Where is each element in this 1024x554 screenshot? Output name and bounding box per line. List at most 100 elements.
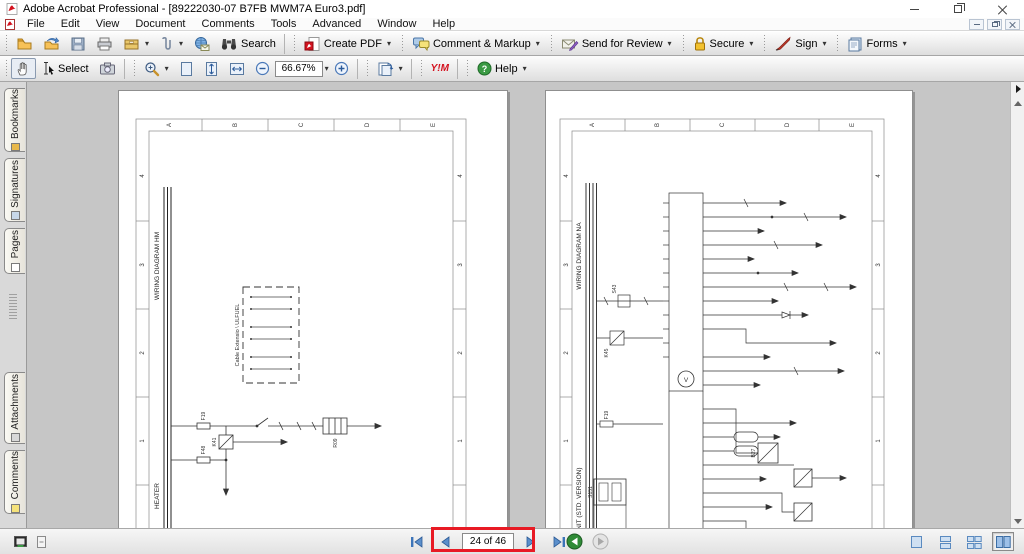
toolbar-grip — [681, 35, 686, 53]
next-page-button[interactable] — [520, 532, 542, 551]
page-size-icon[interactable] — [35, 536, 48, 548]
print-button[interactable] — [91, 33, 118, 54]
drawing-frame — [136, 119, 466, 528]
menu-bar: File Edit View Document Comments Tools A… — [0, 18, 1024, 31]
organizer-button[interactable] — [118, 33, 154, 54]
facing-pages-button[interactable] — [992, 532, 1014, 551]
vertical-scrollbar[interactable] — [1010, 82, 1024, 528]
relay-k45-label: K45 — [604, 348, 610, 357]
zoom-level-dropdown[interactable] — [323, 64, 329, 73]
pdf-page-left[interactable]: A B C D E 4 3 2 1 4 3 2 1 WIRING DI — [118, 90, 508, 528]
secure-button[interactable]: Secure — [688, 33, 759, 54]
first-page-button[interactable] — [406, 532, 428, 551]
restore-button[interactable] — [936, 0, 980, 18]
sign-button[interactable]: Sign — [769, 33, 831, 54]
sidebar-tab-comments[interactable]: Comments — [4, 450, 25, 514]
svg-text:F19: F19 — [201, 411, 207, 420]
open-folder-icon — [16, 36, 33, 52]
menu-document[interactable]: Document — [127, 18, 193, 31]
panel-expand-button[interactable] — [1011, 82, 1024, 96]
panel-resize-grip[interactable] — [9, 294, 17, 320]
sidebar-tab-signatures[interactable]: Signatures — [4, 158, 25, 222]
svg-text:3: 3 — [140, 263, 146, 267]
minimize-button[interactable] — [892, 0, 936, 18]
zoom-tool-button[interactable] — [139, 58, 174, 79]
previous-view-button[interactable] — [566, 533, 583, 550]
fit-page-button[interactable] — [199, 58, 224, 79]
screen-mode-icon[interactable] — [14, 536, 27, 548]
actual-size-button[interactable] — [174, 58, 199, 79]
menu-comments[interactable]: Comments — [194, 18, 263, 31]
page-display-button[interactable] — [372, 58, 408, 79]
menu-file[interactable]: File — [19, 18, 53, 31]
zoom-in-icon — [334, 61, 349, 76]
comment-markup-button[interactable]: Comment & Markup — [407, 33, 545, 54]
scroll-up-button[interactable] — [1011, 96, 1024, 110]
sidebar-tab-attachments[interactable]: Attachments — [4, 372, 25, 444]
toolbar-grip — [4, 60, 9, 78]
close-button[interactable] — [980, 0, 1024, 18]
menu-view[interactable]: View — [88, 18, 128, 31]
svg-text:C: C — [720, 122, 726, 127]
attach-button[interactable] — [154, 33, 188, 54]
bookmark-icon — [11, 143, 20, 151]
next-view-button[interactable] — [592, 533, 609, 550]
snapshot-button[interactable] — [94, 58, 121, 79]
email-button[interactable] — [188, 33, 215, 54]
open-organizer-button[interactable] — [38, 33, 65, 54]
toolbar-grip — [132, 60, 137, 78]
folder-arrow-icon — [43, 36, 60, 52]
navigation-tab-strip: Bookmarks Signatures Pages Attachments C… — [0, 82, 27, 528]
page-number-input[interactable] — [462, 533, 514, 550]
close-icon — [998, 5, 1007, 14]
menu-advanced[interactable]: Advanced — [304, 18, 369, 31]
forms-button[interactable]: Forms — [842, 33, 911, 54]
continuous-page-button[interactable] — [934, 532, 956, 551]
sidebar-tab-pages[interactable]: Pages — [4, 228, 25, 274]
page-display-icon — [377, 61, 394, 77]
menu-help[interactable]: Help — [424, 18, 463, 31]
single-page-button[interactable] — [905, 532, 927, 551]
save-button[interactable] — [65, 33, 91, 54]
help-button[interactable]: ? Help — [472, 58, 532, 79]
previous-page-button[interactable] — [434, 532, 456, 551]
pdf-page-right[interactable]: A B C D E 4 3 2 1 4 3 2 1 WIRING DI — [545, 90, 913, 528]
sidebar-tab-bookmarks[interactable]: Bookmarks — [4, 88, 25, 152]
connector-s151-label: S151 — [588, 486, 594, 498]
yahoo-icon: Y!M — [431, 63, 449, 74]
doc-restore-button[interactable] — [987, 19, 1002, 30]
svg-text:A: A — [590, 123, 596, 127]
diagram-title-na: WIRING DIAGRAM NA — [576, 222, 583, 290]
continuous-facing-button[interactable] — [963, 532, 985, 551]
hand-tool-icon — [16, 61, 31, 77]
open-button[interactable] — [11, 33, 38, 54]
help-label: Help — [495, 63, 518, 75]
zoom-in-button[interactable] — [329, 58, 354, 79]
right-page-components: S43 K45 V F19 S151 — [588, 284, 812, 528]
zoom-level-input[interactable] — [275, 61, 323, 77]
hand-tool-button[interactable] — [11, 58, 36, 79]
create-pdf-button[interactable]: Create PDF — [299, 33, 396, 54]
doc-close-button[interactable] — [1005, 19, 1020, 30]
yahoo-toolbar-button[interactable]: Y!M — [426, 58, 454, 79]
doc-minimize-button[interactable] — [969, 19, 984, 30]
menu-window[interactable]: Window — [369, 18, 424, 31]
svg-text:K41: K41 — [212, 437, 218, 446]
send-for-review-button[interactable]: Send for Review — [556, 33, 677, 54]
send-review-envelope-icon — [561, 36, 579, 52]
menu-tools[interactable]: Tools — [263, 18, 305, 31]
search-button[interactable]: Search — [215, 33, 281, 54]
svg-text:2: 2 — [564, 351, 570, 355]
fit-width-button[interactable] — [224, 58, 250, 79]
document-area[interactable]: A B C D E 4 3 2 1 4 3 2 1 WIRING DI — [28, 82, 1010, 528]
zoom-out-button[interactable] — [250, 58, 275, 79]
section-unit: UNIT (STD. VERSION) — [576, 467, 583, 528]
svg-text:A: A — [167, 123, 173, 127]
menu-edit[interactable]: Edit — [53, 18, 88, 31]
svg-text:2: 2 — [458, 351, 464, 355]
select-tool-button[interactable]: Select — [36, 58, 94, 79]
select-cursor-icon — [41, 61, 55, 76]
create-pdf-label: Create PDF — [324, 38, 382, 50]
view-history — [566, 533, 609, 550]
last-page-icon — [552, 536, 566, 548]
